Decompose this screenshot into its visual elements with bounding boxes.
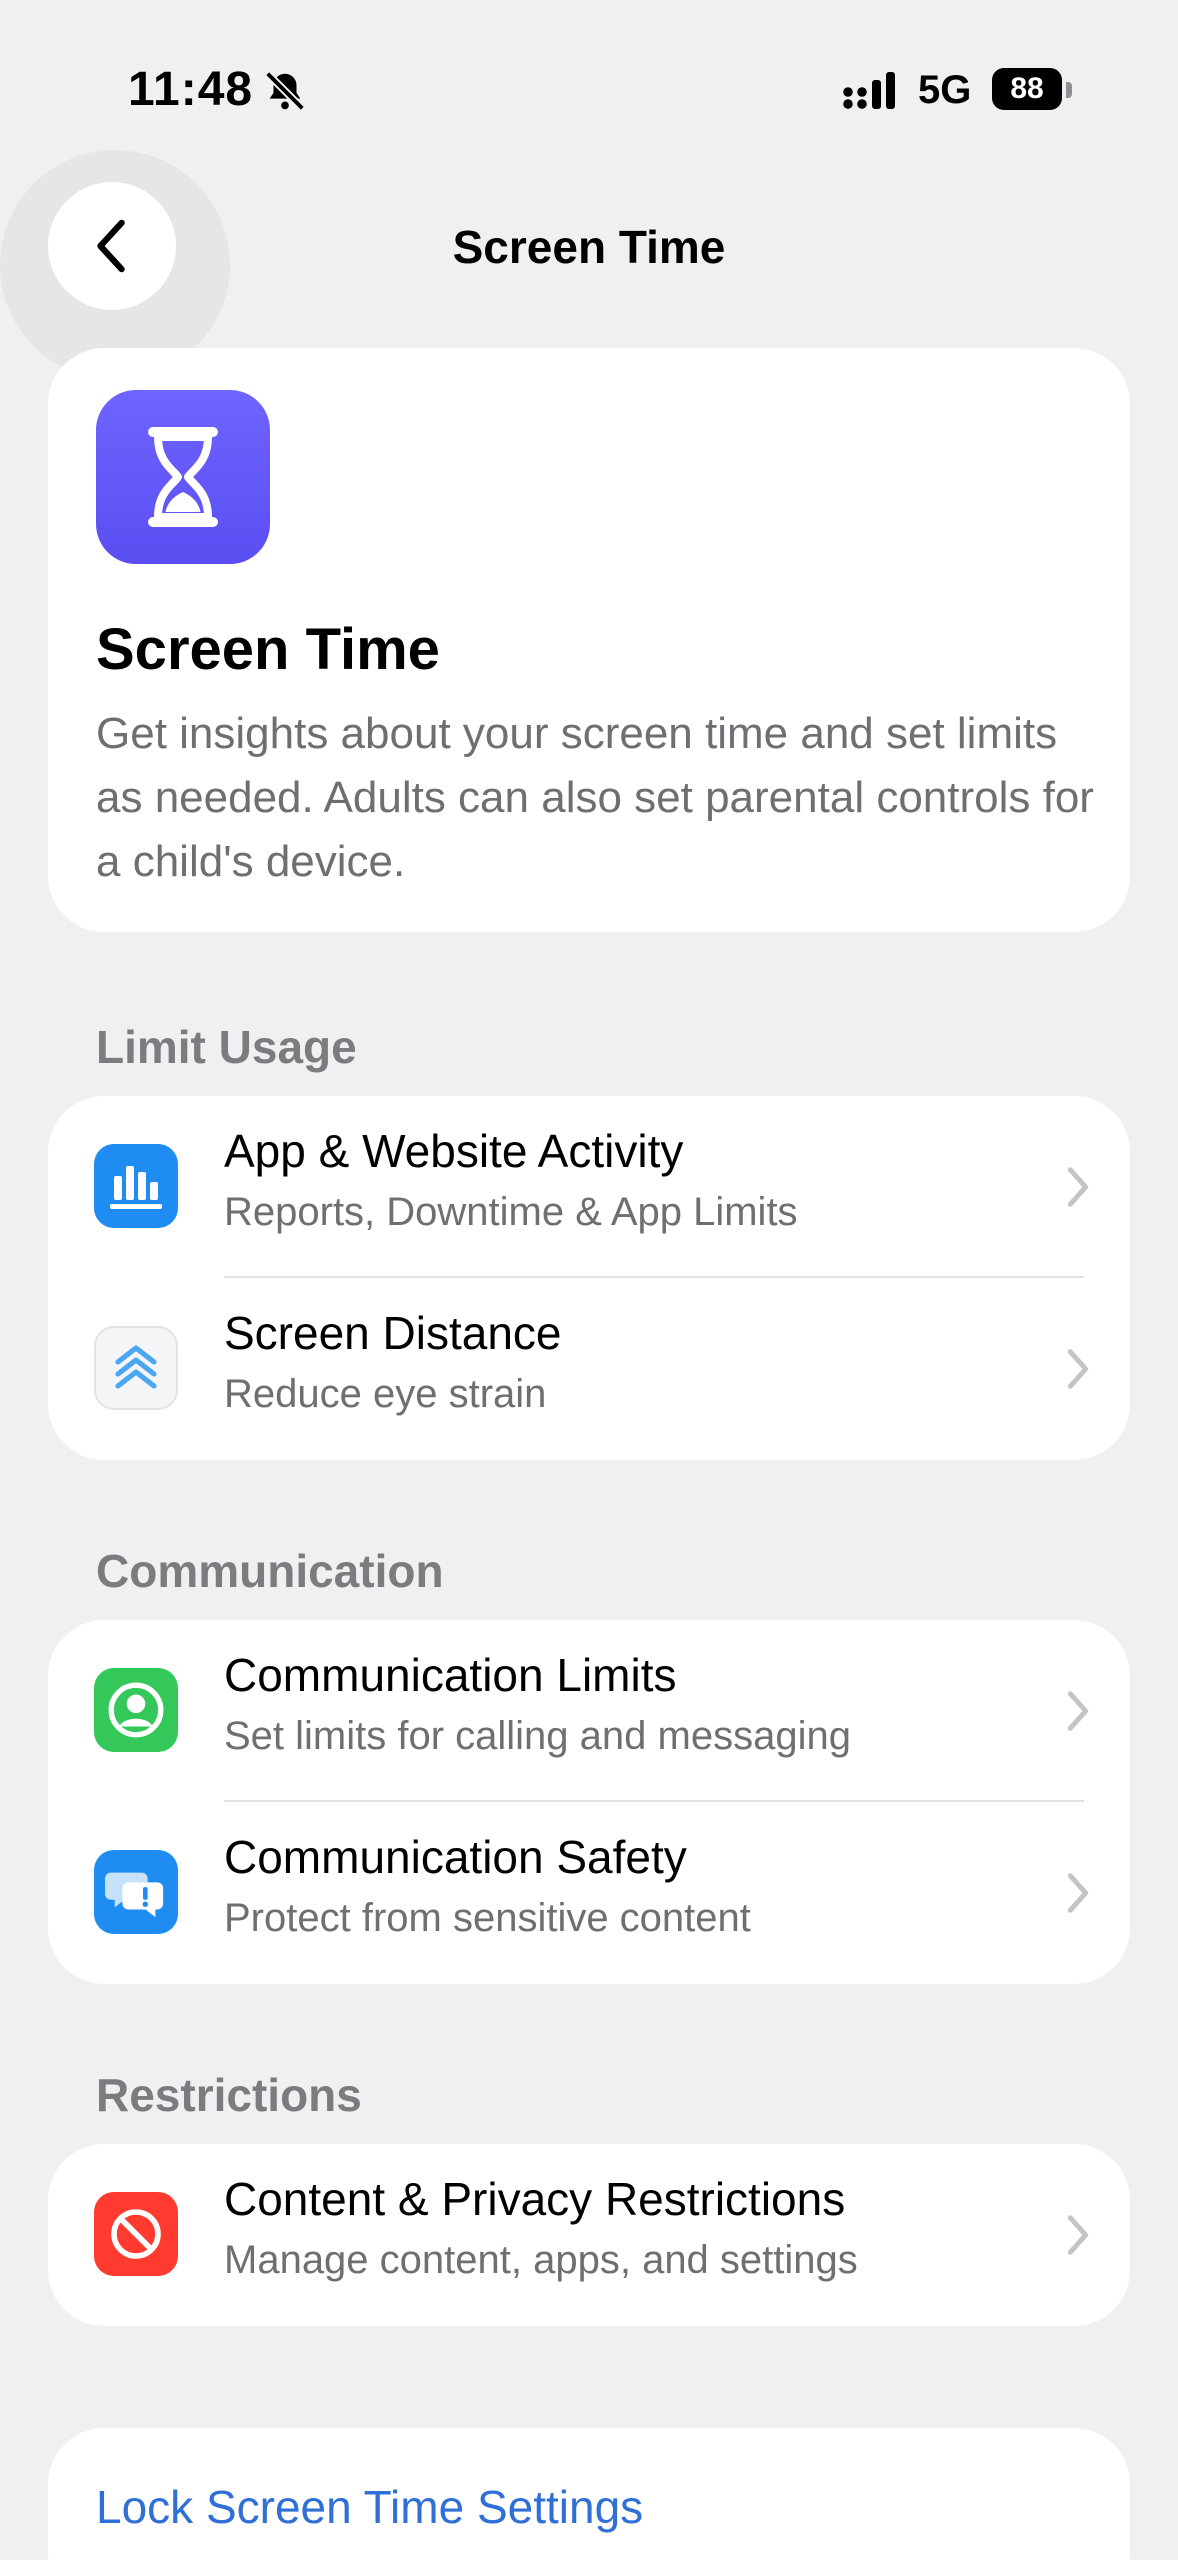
row-subtitle: Protect from sensitive content bbox=[224, 1896, 751, 1940]
communication-safety-row[interactable]: Communication Safety Protect from sensit… bbox=[48, 1802, 1130, 1984]
row-title: Communication Safety bbox=[224, 1831, 687, 1883]
status-time: 11:48 bbox=[128, 63, 254, 116]
row-title: Screen Distance bbox=[224, 1307, 562, 1359]
section-label-restrictions: Restrictions bbox=[96, 2069, 362, 2121]
chevron-right-icon bbox=[1067, 1349, 1089, 1389]
battery-indicator: 88 bbox=[992, 68, 1062, 110]
communication-group: Communication Limits Set limits for call… bbox=[48, 1620, 1130, 1984]
chevron-right-icon bbox=[1067, 2215, 1089, 2255]
row-title: Communication Limits bbox=[224, 1649, 677, 1701]
network-type: 5G bbox=[918, 68, 972, 112]
lock-screen-time-settings-button[interactable]: Lock Screen Time Settings bbox=[48, 2428, 1130, 2560]
row-subtitle: Set limits for calling and messaging bbox=[224, 1714, 851, 1758]
communication-limits-row[interactable]: Communication Limits Set limits for call… bbox=[48, 1620, 1130, 1802]
row-subtitle: Reduce eye strain bbox=[224, 1372, 547, 1416]
limit-usage-group: App & Website Activity Reports, Downtime… bbox=[48, 1096, 1130, 1460]
bar-chart-icon bbox=[94, 1144, 178, 1228]
bell-slash-icon bbox=[265, 71, 305, 111]
row-subtitle: Manage content, apps, and settings bbox=[224, 2238, 858, 2282]
content-privacy-restrictions-row[interactable]: Content & Privacy Restrictions Manage co… bbox=[48, 2144, 1130, 2326]
chevron-right-icon bbox=[1067, 1691, 1089, 1731]
hero-card: Screen Time Get insights about your scre… bbox=[48, 348, 1130, 932]
person-circle-icon bbox=[94, 1668, 178, 1752]
lock-screen-time-settings-label: Lock Screen Time Settings bbox=[96, 2481, 644, 2533]
section-label-communication: Communication bbox=[96, 1545, 444, 1597]
chevron-right-icon bbox=[1067, 1167, 1089, 1207]
restrictions-group: Content & Privacy Restrictions Manage co… bbox=[48, 2144, 1130, 2326]
row-subtitle: Reports, Downtime & App Limits bbox=[224, 1190, 798, 1234]
chevrons-up-icon bbox=[94, 1326, 178, 1410]
screen-time-page: 11:48 5G 88 Screen Time Screen Time Get … bbox=[0, 0, 1178, 2560]
cellular-signal-icon bbox=[843, 72, 895, 109]
row-title: Content & Privacy Restrictions bbox=[224, 2173, 846, 2225]
nav-title: Screen Time bbox=[452, 221, 726, 273]
status-bar: 11:48 5G 88 bbox=[0, 62, 1178, 132]
prohibited-icon bbox=[94, 2192, 178, 2276]
hero-description: Get insights about your screen time and … bbox=[96, 709, 1094, 886]
chat-alert-icon bbox=[94, 1850, 178, 1934]
chevron-right-icon bbox=[1067, 1873, 1089, 1913]
battery-tip bbox=[1066, 82, 1072, 98]
row-title: App & Website Activity bbox=[224, 1125, 684, 1177]
screen-distance-row[interactable]: Screen Distance Reduce eye strain bbox=[48, 1278, 1130, 1460]
app-website-activity-row[interactable]: App & Website Activity Reports, Downtime… bbox=[48, 1096, 1130, 1278]
hero-title: Screen Time bbox=[96, 617, 440, 682]
hourglass-icon bbox=[96, 390, 270, 564]
section-label-limit-usage: Limit Usage bbox=[96, 1021, 357, 1073]
